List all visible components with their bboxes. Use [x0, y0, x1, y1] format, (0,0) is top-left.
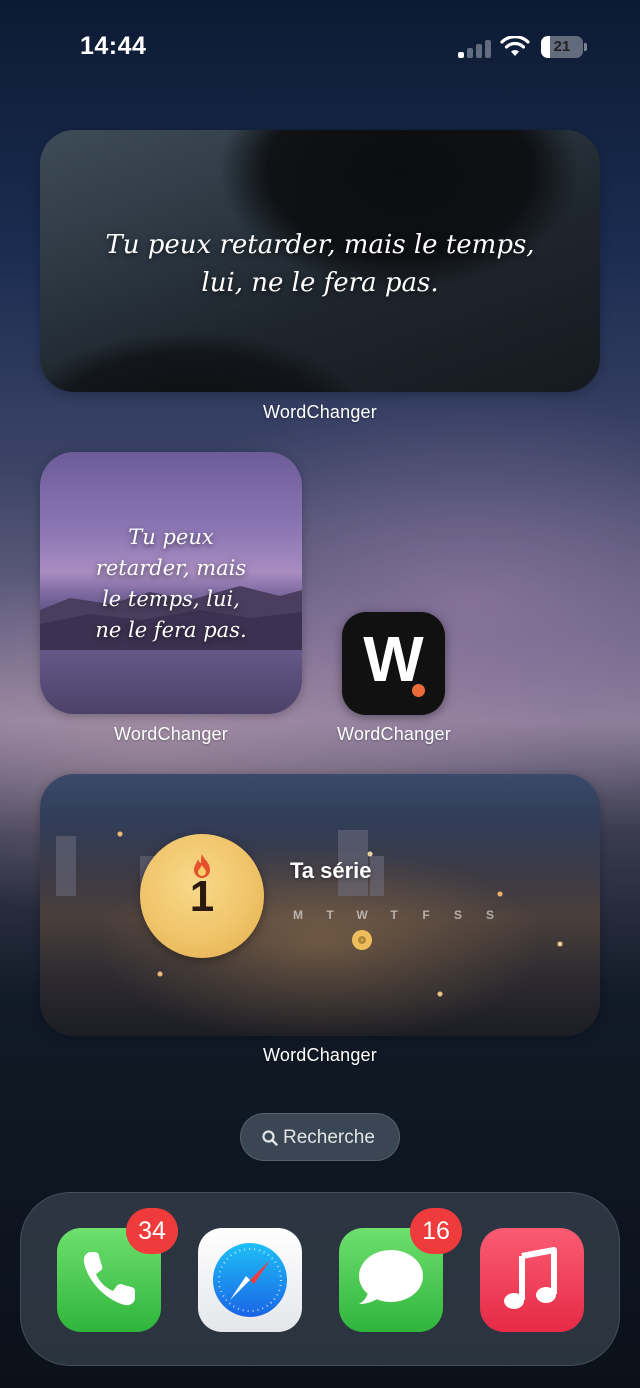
- streak-day-marker: [352, 930, 372, 950]
- wordchanger-app-icon[interactable]: W: [342, 612, 445, 715]
- clock: 14:44: [80, 32, 147, 60]
- quote-line: Tu peux retarder, mais le temps,: [105, 230, 535, 260]
- quote-widget-small[interactable]: Tu peux retarder, mais le temps, lui, ne…: [40, 452, 302, 714]
- widget-label: WordChanger: [263, 1045, 377, 1065]
- widget-label: WordChanger: [114, 724, 228, 744]
- quote-line: lui, ne le fera pas.: [201, 268, 439, 298]
- phone-badge: 34: [126, 1208, 178, 1254]
- battery-level: 21: [553, 38, 571, 55]
- widget-label: WordChanger: [263, 402, 377, 422]
- wifi-icon: [500, 36, 530, 56]
- weekday-label: T: [326, 908, 334, 922]
- search-label: Recherche: [283, 1127, 375, 1148]
- streak-widget[interactable]: 1 Ta série M T W T F S S: [40, 774, 600, 1036]
- weekday-label: S: [485, 908, 494, 922]
- battery-icon: 21: [541, 36, 587, 58]
- search-button[interactable]: Recherche: [240, 1113, 400, 1161]
- weekday-label: T: [390, 908, 398, 922]
- quote-line: ne le fera pas.: [95, 618, 247, 642]
- quote-widget-large[interactable]: Tu peux retarder, mais le temps, lui, ne…: [40, 130, 600, 392]
- app-label: WordChanger: [337, 724, 451, 744]
- status-bar: 14:44 21: [0, 0, 640, 96]
- streak-count: 1: [189, 872, 215, 921]
- quote-line: retarder, mais: [95, 556, 247, 580]
- weekday-label: S: [453, 908, 462, 922]
- quote-line: Tu peux: [128, 525, 214, 549]
- safari-app-icon[interactable]: [198, 1228, 302, 1332]
- weekday-label: M: [293, 908, 303, 922]
- streak-title: Ta série: [290, 858, 372, 883]
- w-logo-icon: W: [363, 623, 424, 695]
- safari-icon: [213, 1243, 287, 1317]
- search-icon: [262, 1130, 278, 1146]
- weekday-label: W: [356, 908, 368, 922]
- music-app-icon[interactable]: [480, 1228, 584, 1332]
- music-icon: [504, 1247, 557, 1309]
- logo-dot: [412, 684, 425, 697]
- cellular-signal-icon: [458, 38, 492, 58]
- quote-line: le temps, lui,: [102, 587, 240, 611]
- weekday-label: F: [422, 908, 430, 922]
- streak-coin: 1: [140, 834, 264, 958]
- messages-badge: 16: [410, 1208, 462, 1254]
